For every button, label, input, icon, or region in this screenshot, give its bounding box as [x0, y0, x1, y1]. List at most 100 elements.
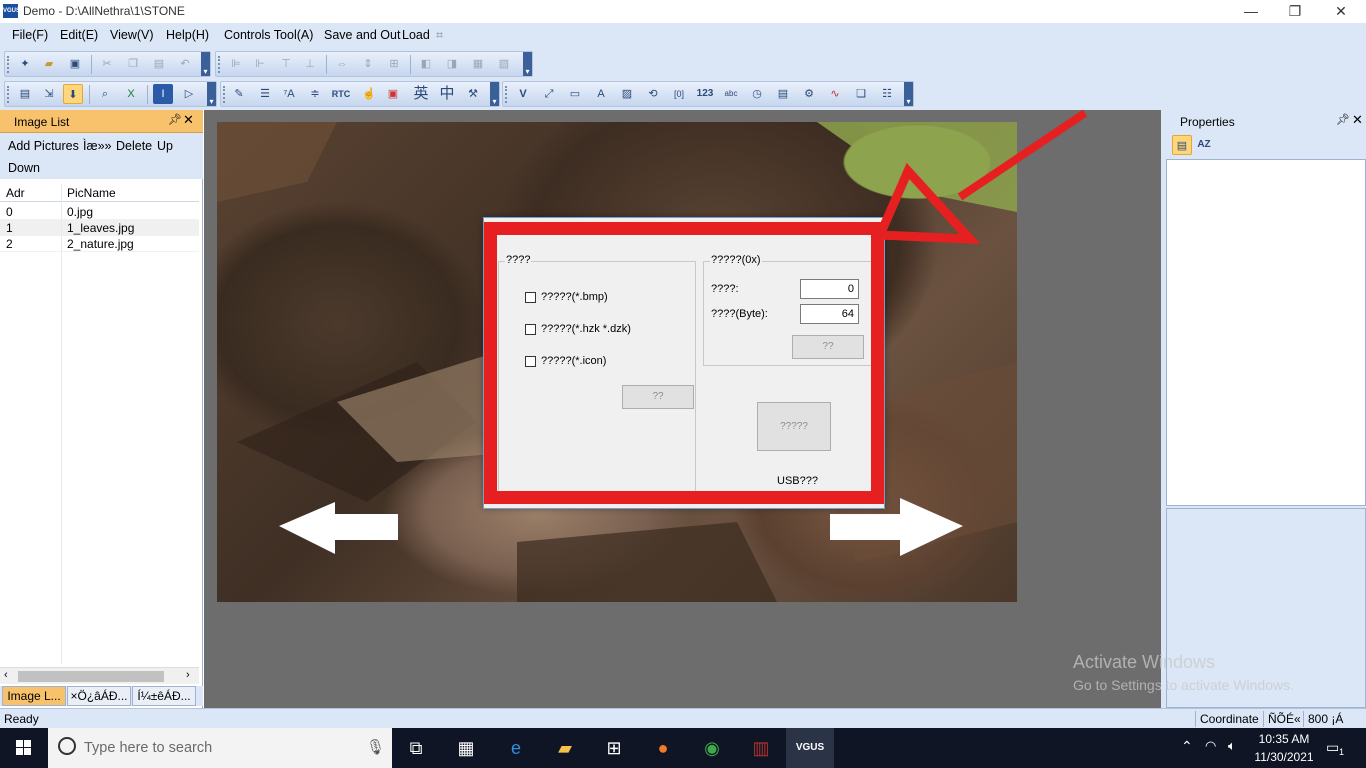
send-back-icon[interactable]: ◨ — [442, 54, 462, 74]
screen-icon[interactable]: ▤ — [15, 84, 35, 104]
download-icon[interactable]: ⬇ — [63, 84, 83, 104]
scroll-right-icon[interactable]: › — [186, 669, 190, 681]
close-button[interactable]: ✕ — [1318, 0, 1364, 23]
panel-close-icon[interactable]: ✕ — [183, 112, 194, 128]
variable-icon[interactable]: V — [513, 84, 533, 104]
tab-icon-list[interactable]: Í¼±êÁÐ... — [132, 686, 196, 706]
menu-help[interactable]: Help(H) — [166, 28, 209, 42]
align-bottom-icon[interactable]: ⊥ — [300, 54, 320, 74]
toolbar-overflow-icon[interactable]: ▾ — [207, 82, 216, 106]
progress-icon[interactable]: ▭ — [565, 84, 585, 104]
file-explorer-icon[interactable]: ▰ — [541, 728, 589, 768]
abc-icon[interactable]: abc — [721, 84, 741, 104]
toolbar-overflow-icon[interactable]: ▾ — [201, 52, 210, 76]
toolbar-overflow-icon[interactable]: ▾ — [490, 82, 499, 106]
play-icon[interactable]: ▷ — [179, 84, 199, 104]
menu-view[interactable]: View(V) — [110, 28, 154, 42]
toolbar-grip[interactable] — [7, 56, 10, 73]
chevron-up-icon[interactable]: ⌃ — [1181, 738, 1193, 755]
dialog-close-icon[interactable]: ✕ — [860, 219, 882, 239]
tab-image-list[interactable]: Image L... — [2, 686, 66, 706]
panel-close-icon[interactable]: ✕ — [1352, 112, 1363, 128]
menu-load[interactable]: Load — [402, 28, 430, 42]
tab-font-list[interactable]: ×Ö¿âÁÐ... — [67, 686, 131, 706]
start-address-field[interactable]: 0 — [800, 279, 859, 299]
minimize-button[interactable]: — — [1228, 0, 1274, 23]
preview-icon[interactable]: ⌕ — [95, 84, 115, 104]
menu-file[interactable]: File(F) — [12, 28, 48, 42]
load-icon[interactable]: ⌗ — [436, 28, 443, 43]
edit-icon[interactable]: ✎ — [229, 84, 249, 104]
gear-chart-icon[interactable]: ⚙ — [799, 84, 819, 104]
microphone-icon[interactable]: 🎙︎ — [366, 738, 385, 756]
copy-icon[interactable]: ❐ — [123, 54, 143, 74]
firefox-icon[interactable]: ● — [639, 728, 687, 768]
align-right-icon[interactable]: ⊩ — [250, 54, 270, 74]
up-button[interactable]: Up — [157, 139, 173, 153]
same-width-icon[interactable]: ⇔ — [332, 54, 352, 74]
scrollbar-thumb[interactable] — [18, 671, 164, 682]
clock-date[interactable]: 11/30/2021 — [1250, 750, 1318, 764]
copy-pages-icon[interactable]: ❏ — [851, 84, 871, 104]
icon-checkbox[interactable] — [525, 356, 536, 367]
menu-edit[interactable]: Edit(E) — [60, 28, 98, 42]
cut-icon[interactable]: ✂ — [97, 54, 117, 74]
number-icon[interactable]: 123 — [695, 84, 715, 104]
paste-icon[interactable]: ▤ — [149, 54, 169, 74]
same-height-icon[interactable]: ⇕ — [358, 54, 378, 74]
bring-front-icon[interactable]: ◧ — [416, 54, 436, 74]
set-button[interactable]: ?? — [792, 335, 864, 359]
column-adr[interactable]: Adr — [6, 186, 25, 200]
start-download-button[interactable]: ????? — [757, 402, 831, 451]
tools-icon[interactable]: ⚒ — [463, 84, 483, 104]
replace-button[interactable]: Ìæ»» — [83, 139, 112, 153]
image-zoom-icon[interactable]: ⤢ — [539, 84, 559, 104]
task-view-icon[interactable]: ⧉ — [392, 728, 440, 768]
bmp-checkbox[interactable] — [525, 292, 536, 303]
start-button[interactable] — [0, 728, 48, 768]
size-byte-field[interactable]: 64 — [800, 304, 859, 324]
data-icon[interactable]: ▤ — [773, 84, 793, 104]
counter-icon[interactable]: [0] — [669, 84, 689, 104]
table-row[interactable]: 1 1_leaves.jpg — [0, 220, 199, 236]
delete-button[interactable]: Delete — [116, 139, 152, 153]
menu-save-and-out[interactable]: Save and Out — [324, 28, 400, 42]
column-picname[interactable]: PicName — [67, 186, 116, 200]
scroll-left-icon[interactable]: ‹ — [4, 669, 8, 681]
browse-button[interactable]: ?? — [622, 385, 694, 409]
taskbar-search[interactable]: Type here to search 🎙︎ — [48, 728, 392, 768]
same-size-icon[interactable]: ⊞ — [384, 54, 404, 74]
new-icon[interactable]: ✦ — [15, 54, 35, 74]
text-cursor-icon[interactable]: I — [153, 84, 173, 104]
down-button[interactable]: Down — [8, 161, 40, 175]
clock-time[interactable]: 10:35 AM — [1254, 732, 1314, 746]
font-icon[interactable]: A — [591, 84, 611, 104]
menu-list-icon[interactable]: ☷ — [877, 84, 897, 104]
table-row[interactable]: 2 2_nature.jpg — [0, 236, 199, 252]
picture-icon[interactable]: ▨ — [617, 84, 637, 104]
vgus-app-icon[interactable]: VGUS — [786, 728, 834, 768]
ungroup-icon[interactable]: ▧ — [494, 54, 514, 74]
table-row[interactable]: 0 0.jpg — [0, 204, 199, 220]
calculator-icon[interactable]: ▦ — [442, 728, 490, 768]
rtc-icon[interactable]: RTC — [331, 84, 351, 104]
key-icon[interactable]: ▣ — [383, 84, 403, 104]
property-grid[interactable] — [1166, 159, 1366, 506]
restore-button[interactable]: ❐ — [1272, 0, 1318, 23]
alphabetical-icon[interactable]: AZ — [1194, 135, 1214, 155]
open-folder-icon[interactable]: ▰ — [39, 54, 59, 74]
var-text-icon[interactable]: ⁷A — [279, 84, 299, 104]
menu-controls-tool[interactable]: Controls Tool(A) — [224, 28, 313, 42]
volume-icon[interactable]: 🔈︎ — [1228, 738, 1236, 754]
toolbar-overflow-icon[interactable]: ▾ — [523, 52, 532, 76]
horizontal-scrollbar[interactable]: ‹ › — [0, 667, 199, 684]
wifi-icon[interactable]: ◠ — [1205, 738, 1216, 754]
chrome-icon[interactable]: ◉ — [688, 728, 736, 768]
curve-icon[interactable]: ∿ — [825, 84, 845, 104]
pin-icon[interactable]: 📌︎ — [168, 113, 182, 126]
toolbar-overflow-icon[interactable]: ▾ — [904, 82, 913, 106]
clock-icon[interactable]: ◷ — [747, 84, 767, 104]
pin-icon[interactable]: 📌︎ — [1336, 113, 1350, 126]
rotate-icon[interactable]: ⟲ — [643, 84, 663, 104]
slider-icon[interactable]: ≑ — [305, 84, 325, 104]
